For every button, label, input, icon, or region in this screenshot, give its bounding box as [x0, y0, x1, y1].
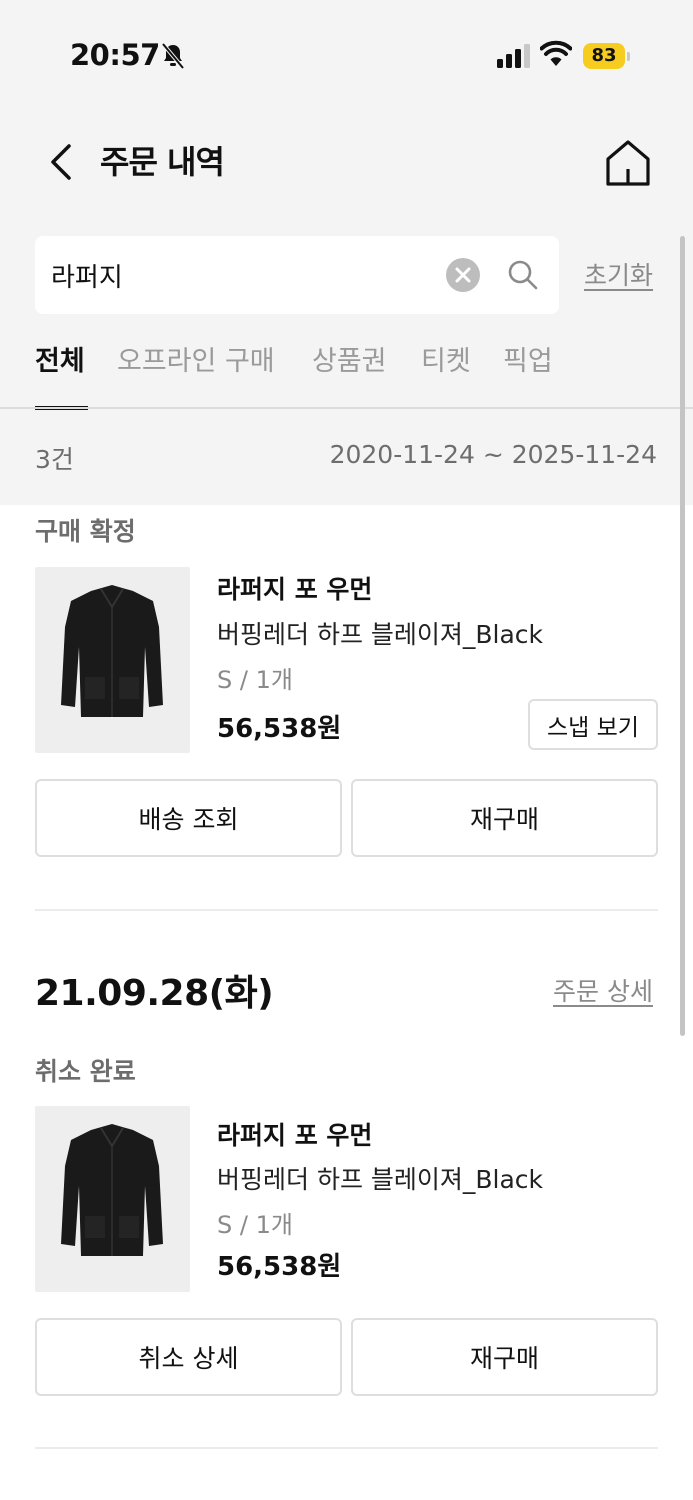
product-price: 56,538원: [217, 714, 342, 744]
reorder-button[interactable]: 재구매: [351, 779, 658, 857]
product-brand[interactable]: 라퍼지 포 우먼: [217, 570, 372, 606]
product-name[interactable]: 버핑레더 하프 블레이져_Black: [217, 615, 543, 651]
tab-all[interactable]: 전체: [35, 342, 85, 382]
status-bar: 20:57 83: [0, 0, 693, 110]
reset-filter-link[interactable]: 초기화: [584, 256, 653, 292]
result-count: 3건: [35, 445, 74, 474]
product-option: S / 1개: [217, 666, 293, 694]
cellular-signal-icon: [497, 44, 530, 68]
page-title: 주문 내역: [100, 143, 225, 181]
product-brand[interactable]: 라퍼지 포 우먼: [217, 1116, 372, 1152]
clear-icon[interactable]: [445, 257, 481, 293]
category-tabs: 전체 오프라인 구매 상품권 티켓 픽업: [0, 336, 693, 410]
bell-muted-icon: [161, 42, 185, 70]
search-input[interactable]: [51, 252, 441, 298]
order-date: 21.09.28(화): [35, 973, 274, 1014]
product-price: 56,538원: [217, 1252, 342, 1282]
search-box: [35, 236, 559, 314]
tab-pickup[interactable]: 픽업: [503, 342, 553, 382]
battery-indicator: 83: [583, 43, 630, 69]
order-divider: [35, 1447, 658, 1449]
tab-offline-purchase[interactable]: 오프라인 구매: [117, 342, 275, 382]
jacket-image: [61, 585, 163, 717]
cancel-detail-button[interactable]: 취소 상세: [35, 1318, 342, 1396]
reorder-button[interactable]: 재구매: [351, 1318, 658, 1396]
scrollbar[interactable]: [680, 236, 685, 1036]
tabs-divider: [0, 407, 693, 409]
battery-level: 83: [591, 45, 617, 66]
order-status-label: 취소 완료: [35, 1057, 136, 1086]
wifi-icon: [540, 40, 572, 66]
product-thumbnail[interactable]: [35, 1106, 190, 1292]
tab-gift-card[interactable]: 상품권: [312, 342, 387, 382]
view-snap-button[interactable]: 스냅 보기: [528, 699, 658, 750]
search-icon[interactable]: [505, 257, 541, 293]
order-status-label: 구매 확정: [35, 517, 136, 546]
product-option: S / 1개: [217, 1211, 293, 1239]
order-divider: [35, 909, 658, 911]
jacket-image: [61, 1124, 163, 1256]
tab-ticket[interactable]: 티켓: [421, 342, 471, 382]
home-icon[interactable]: [603, 137, 653, 189]
product-name[interactable]: 버핑레더 하프 블레이져_Black: [217, 1160, 543, 1196]
order-detail-link[interactable]: 주문 상세: [553, 972, 653, 1008]
status-time: 20:57: [70, 38, 160, 72]
date-range[interactable]: 2020-11-24 ~ 2025-11-24: [330, 440, 657, 469]
back-arrow-icon[interactable]: [44, 140, 80, 184]
product-thumbnail[interactable]: [35, 567, 190, 753]
track-delivery-button[interactable]: 배송 조회: [35, 779, 342, 857]
